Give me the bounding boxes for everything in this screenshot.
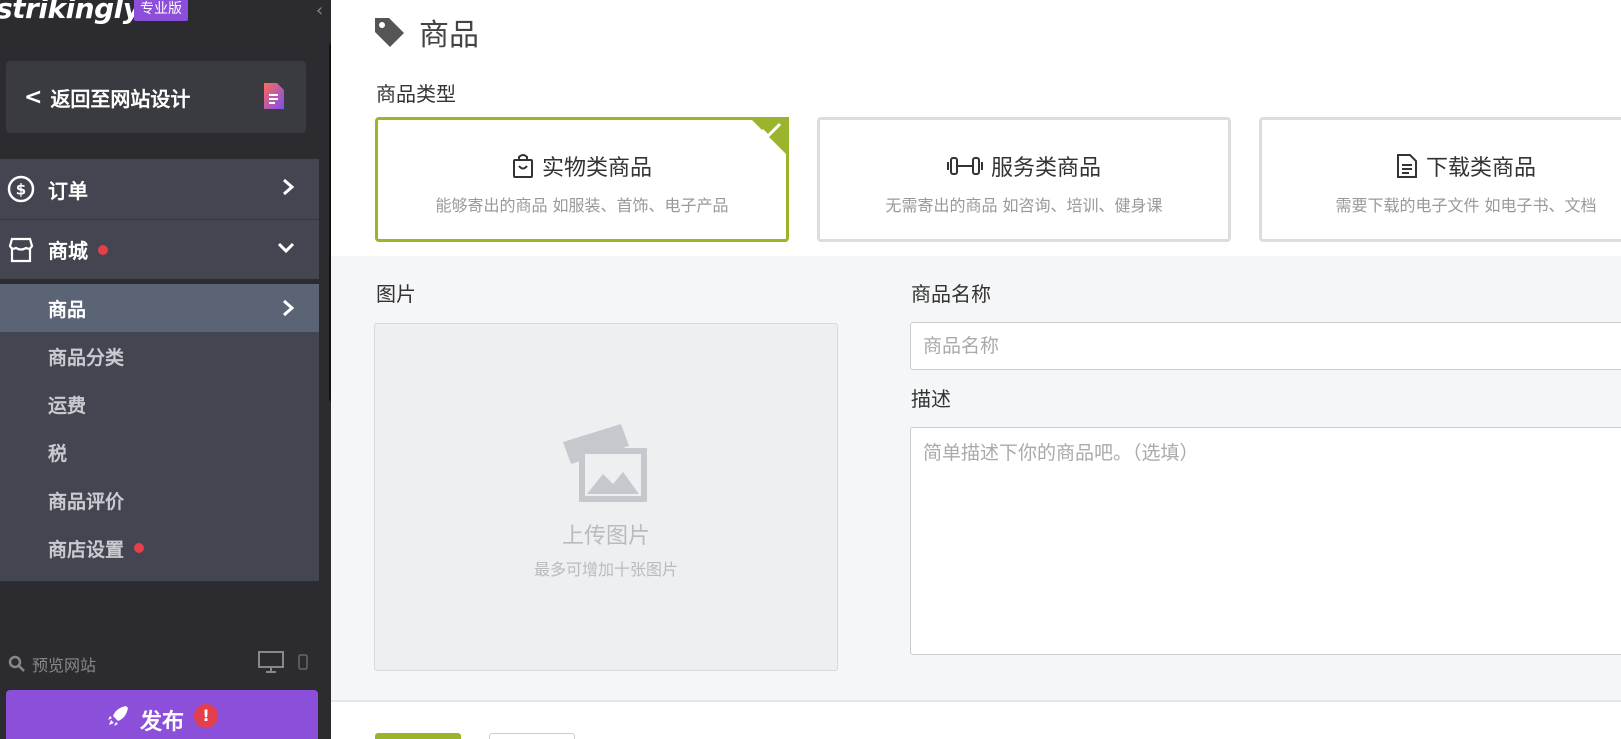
- main-content: 商品 商品类型 实物类商品 能够寄出的商品 如服装、首饰、电子产品 服务类商品 …: [331, 0, 1621, 739]
- sidebar-item-label: 商品评价: [48, 490, 125, 513]
- publish-label: 发布: [139, 710, 184, 735]
- upload-title: 上传图片: [561, 524, 650, 549]
- sidebar-item-tax[interactable]: 税: [0, 428, 319, 476]
- back-to-design-label: 返回至网站设计: [50, 86, 191, 111]
- mobile-icon[interactable]: [298, 654, 308, 670]
- page-title-text: 商品: [419, 18, 479, 53]
- description-textarea[interactable]: [910, 427, 1621, 655]
- product-type-label: 商品类型: [376, 82, 456, 106]
- notification-dot: [98, 244, 108, 255]
- page-title: 商品: [373, 10, 479, 54]
- dollar-circle-icon: $: [7, 175, 35, 203]
- product-name-input[interactable]: [910, 322, 1621, 370]
- publish-button[interactable]: 发布 !: [6, 690, 318, 739]
- image-upload-icon: [563, 424, 647, 502]
- save-button[interactable]: [375, 733, 461, 739]
- sidebar-item-store[interactable]: 商城: [0, 219, 319, 279]
- chevron-right-icon: [283, 299, 295, 317]
- type-card-title: 实物类商品: [541, 156, 652, 181]
- preview-site-label: 预览网站: [32, 656, 97, 675]
- sidebar-item-products[interactable]: 商品: [0, 284, 319, 332]
- strikingly-logo[interactable]: strikingly: [0, 0, 141, 25]
- type-card-desc: 无需寄出的商品 如咨询、培训、健身课: [885, 196, 1163, 215]
- sidebar-item-label: 商店设置: [48, 538, 125, 561]
- sidebar-item-label: 运费: [48, 394, 87, 417]
- sidebar: strikingly 专业版 ‹ < 返回至网站设计 $ 订单 商城 商品 商品…: [0, 0, 331, 739]
- rocket-icon: [107, 706, 128, 726]
- image-label: 图片: [376, 282, 416, 306]
- preview-site-link[interactable]: 预览网站: [8, 651, 308, 677]
- chevron-down-icon: [277, 242, 295, 254]
- collapse-sidebar-icon[interactable]: ‹: [316, 0, 323, 21]
- back-to-design-button[interactable]: < 返回至网站设计: [6, 61, 306, 133]
- svg-text:$: $: [16, 181, 26, 199]
- image-upload-area[interactable]: 上传图片 最多可增加十张图片: [374, 323, 838, 671]
- notification-dot: [134, 543, 145, 553]
- sidebar-item-shipping[interactable]: 运费: [0, 380, 319, 428]
- sidebar-item-label: 订单: [48, 178, 88, 203]
- sidebar-item-label: 商品: [48, 298, 87, 321]
- gradient-document-icon: [264, 83, 284, 109]
- tag-icon: [375, 18, 404, 47]
- warning-badge-icon: !: [194, 704, 218, 728]
- sidebar-item-label: 税: [48, 442, 68, 465]
- sidebar-item-label: 商品分类: [48, 346, 125, 369]
- chevron-right-icon: [283, 178, 295, 196]
- type-card-title: 服务类商品: [990, 156, 1101, 181]
- type-card-title: 下载类商品: [1425, 156, 1536, 181]
- type-card-download[interactable]: 下载类商品 需要下载的电子文件 如电子书、文档: [1259, 117, 1621, 242]
- check-icon: [760, 122, 782, 138]
- sidebar-item-store-settings[interactable]: 商店设置: [0, 524, 319, 572]
- store-submenu: 商品 商品分类 运费 税 商品评价 商店设置: [0, 284, 319, 581]
- sidebar-item-categories[interactable]: 商品分类: [0, 332, 319, 380]
- type-card-desc: 能够寄出的商品 如服装、首饰、电子产品: [435, 196, 729, 215]
- shopping-bag-icon: [512, 154, 533, 178]
- chevron-left-icon: <: [24, 84, 43, 110]
- storefront-icon: [8, 237, 34, 262]
- upload-hint: 最多可增加十张图片: [533, 560, 678, 579]
- product-form: 图片 上传图片 最多可增加十张图片 商品名称 描述: [331, 256, 1621, 702]
- search-icon: [8, 655, 25, 672]
- type-card-desc: 需要下载的电子文件 如电子书、文档: [1335, 196, 1597, 215]
- document-icon: [1396, 154, 1417, 178]
- sidebar-item-reviews[interactable]: 商品评价: [0, 476, 319, 524]
- sidebar-item-orders[interactable]: $ 订单: [0, 159, 319, 219]
- product-name-label: 商品名称: [911, 282, 991, 306]
- desktop-icon[interactable]: [258, 651, 284, 673]
- sidebar-item-label: 商城: [48, 239, 88, 263]
- pro-badge: 专业版: [134, 0, 188, 21]
- dumbbell-icon: [946, 157, 983, 175]
- cancel-button[interactable]: [489, 733, 575, 739]
- description-label: 描述: [911, 387, 951, 411]
- type-card-physical[interactable]: 实物类商品 能够寄出的商品 如服装、首饰、电子产品: [375, 117, 789, 242]
- type-card-service[interactable]: 服务类商品 无需寄出的商品 如咨询、培训、健身课: [817, 117, 1231, 242]
